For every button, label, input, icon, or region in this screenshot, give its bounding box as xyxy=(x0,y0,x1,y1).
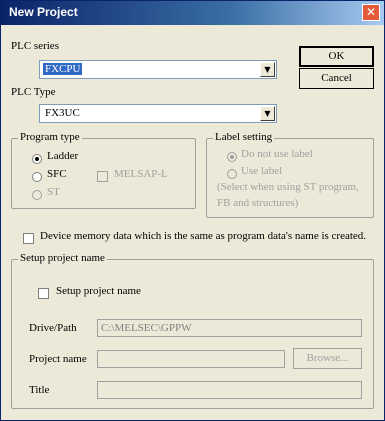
chevron-down-icon[interactable]: ▼ xyxy=(260,62,275,77)
ok-button[interactable]: OK xyxy=(299,46,374,67)
setup-project-name-checkbox[interactable] xyxy=(38,288,49,299)
st-radio xyxy=(32,190,42,200)
use-label-radio xyxy=(227,169,237,179)
dialog-title: New Project xyxy=(9,5,78,19)
drive-path-input: C:\MELSEC\GPPW xyxy=(97,319,362,337)
project-name-input xyxy=(97,350,285,368)
melsap-checkbox xyxy=(97,171,108,182)
sfc-label: SFC xyxy=(47,168,67,180)
plc-type-select[interactable]: FX3UC ▼ xyxy=(39,104,277,123)
chevron-down-icon[interactable]: ▼ xyxy=(260,106,275,121)
project-name-label: Project name xyxy=(29,353,87,365)
drive-path-label: Drive/Path xyxy=(29,322,77,334)
plc-series-label: PLC series xyxy=(11,40,59,52)
ladder-label: Ladder xyxy=(47,150,79,162)
st-label: ST xyxy=(47,186,60,198)
do-not-use-label-radio xyxy=(227,152,237,162)
close-button[interactable]: ✕ xyxy=(362,4,380,21)
cancel-button[interactable]: Cancel xyxy=(299,68,374,89)
do-not-use-label-text: Do not use label xyxy=(241,148,313,160)
device-memory-label: Device memory data which is the same as … xyxy=(40,230,367,242)
use-label-text: Use label xyxy=(241,165,283,177)
label-note-line2: FB and structures) xyxy=(217,197,299,209)
ladder-radio[interactable] xyxy=(32,154,42,164)
label-note-line1: (Select when using ST program, xyxy=(217,181,359,193)
plc-type-label: PLC Type xyxy=(11,86,56,98)
program-type-title: Program type xyxy=(18,131,82,143)
label-setting-title: Label setting xyxy=(213,131,275,143)
title-input xyxy=(97,381,362,399)
plc-type-value: FX3UC xyxy=(45,107,80,119)
melsap-label: MELSAP-L xyxy=(114,168,168,180)
title-bar: New Project ✕ xyxy=(1,1,384,25)
device-memory-checkbox[interactable] xyxy=(23,233,34,244)
plc-series-select[interactable]: FXCPU ▼ xyxy=(39,60,277,79)
sfc-radio[interactable] xyxy=(32,172,42,182)
new-project-dialog: New Project ✕ PLC series FXCPU ▼ PLC Typ… xyxy=(0,0,385,421)
close-icon: ✕ xyxy=(365,5,377,19)
title-label: Title xyxy=(29,384,50,396)
setup-project-name-label: Setup project name xyxy=(56,285,141,297)
drive-path-value: C:\MELSEC\GPPW xyxy=(101,322,192,334)
setup-project-title: Setup project name xyxy=(18,252,107,264)
browse-button: Browse... xyxy=(293,348,362,369)
plc-series-value: FXCPU xyxy=(43,63,83,75)
